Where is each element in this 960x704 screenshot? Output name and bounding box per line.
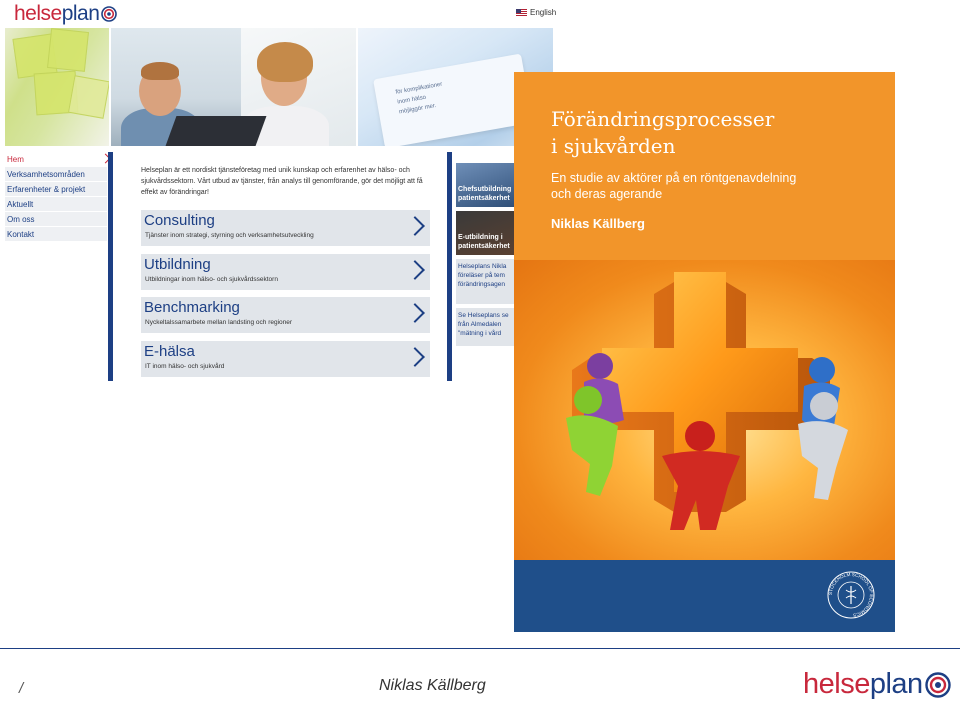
presenter-name: Niklas Källberg: [379, 677, 486, 694]
book-subtitle: En studie av aktörer på en röntgenavdeln…: [551, 170, 796, 202]
book-cover: Förändringsprocesser i sjukvården En stu…: [514, 72, 895, 632]
service-utbildning[interactable]: Utbildning Utbildningar inom hälso- och …: [141, 254, 430, 290]
nav-item-label: Kontakt: [7, 230, 35, 239]
footer-logo: helse plan: [803, 668, 951, 701]
news-item-1[interactable]: Helseplans Nikla föreläser på tem föränd…: [456, 259, 518, 304]
nav-item-erfarenheter[interactable]: Erfarenheter & projekt: [5, 182, 107, 197]
banner-paper-text-1: för komplikationer: [395, 81, 443, 96]
teaser-caption-line2: patientsäkerhet: [458, 195, 510, 202]
uk-flag-icon: [516, 9, 527, 16]
service-subtitle: Nyckeltalssamarbete mellan landsting och…: [145, 319, 293, 326]
banner-people-photo: [111, 28, 356, 146]
book-cover-header: Förändringsprocesser i sjukvården En stu…: [514, 72, 895, 260]
banner-paper-text-3: möjliggör mer.: [398, 103, 437, 116]
book-author: Niklas Källberg: [551, 216, 645, 231]
target-logo-icon: [101, 6, 118, 22]
chevron-right-icon: [405, 260, 425, 280]
nav-item-label: Erfarenheter & projekt: [7, 185, 86, 194]
target-logo-icon: [924, 671, 951, 698]
service-subtitle: Utbildningar inom hälso- och sjukvårdsse…: [145, 276, 278, 283]
banner-paper-text-2: inom hälso: [396, 94, 427, 106]
service-consulting[interactable]: Consulting Tjänster inom strategi, styrn…: [141, 210, 430, 246]
news-item-2[interactable]: Se Helseplans se från Almedalen "mätning…: [456, 308, 518, 346]
service-title: Benchmarking: [144, 299, 240, 316]
footer-logo-part2: plan: [869, 668, 923, 700]
nav-item-om-oss[interactable]: Om oss: [5, 212, 107, 227]
nav-item-aktuellt[interactable]: Aktuellt: [5, 197, 107, 212]
nav-item-hem[interactable]: Hem: [5, 152, 111, 167]
chevron-right-icon: [405, 303, 425, 323]
slide-marker: /: [19, 680, 24, 697]
service-subtitle: IT inom hälso- och sjukvård: [145, 363, 225, 370]
service-e-halsa[interactable]: E-hälsa IT inom hälso- och sjukvård: [141, 341, 430, 377]
nav-item-label: Hem: [7, 155, 24, 164]
service-title: E-hälsa: [144, 343, 195, 360]
news-line: från Almedalen: [458, 321, 502, 328]
book-title: Förändringsprocesser i sjukvården: [551, 106, 774, 160]
content-divider: [108, 152, 113, 381]
news-line: "mätning i vård: [458, 330, 502, 337]
news-line: föreläser på tem: [458, 272, 505, 279]
book-title-line1: Förändringsprocesser: [551, 107, 775, 131]
chevron-right-icon: [405, 216, 425, 236]
cross-figures-illustration: [566, 272, 848, 530]
logo-text-part1: helse: [14, 2, 62, 25]
stockholm-school-of-economics-seal-icon: STOCKHOLM SCHOOL OF ECONOMICS: [827, 571, 875, 619]
language-label: English: [530, 8, 556, 17]
news-line: Helseplans Nikla: [458, 263, 507, 270]
teaser-caption-line2: patientsäkerhet: [458, 243, 510, 250]
chevron-right-icon: [405, 347, 425, 367]
book-subtitle-line1: En studie av aktörer på en röntgenavdeln…: [551, 171, 797, 185]
book-cover-footer: STOCKHOLM SCHOOL OF ECONOMICS: [514, 560, 895, 632]
footer-logo-part1: helse: [803, 668, 870, 700]
service-title: Utbildning: [144, 256, 211, 273]
intro-text: Helseplan är ett nordiskt tjänsteföretag…: [141, 167, 423, 196]
news-line: Se Helseplans se: [458, 312, 509, 319]
book-cover-illustration: [514, 260, 895, 560]
book-subtitle-line2: och deras agerande: [551, 187, 663, 201]
nav-item-kontakt[interactable]: Kontakt: [5, 227, 107, 242]
nav-item-label: Om oss: [7, 215, 35, 224]
site-navigation: Hem Verksamhetsområden Erfarenheter & pr…: [5, 152, 111, 242]
service-benchmarking[interactable]: Benchmarking Nyckeltalssamarbete mellan …: [141, 297, 430, 333]
website-screenshot: helse plan English för komplikationer ino…: [0, 0, 556, 384]
banner-sticky-notes-image: [5, 28, 109, 146]
site-logo[interactable]: helse plan: [14, 2, 118, 26]
news-line: förändringsagen: [458, 281, 505, 288]
footer-divider: [0, 648, 960, 649]
logo-text-part2: plan: [61, 2, 100, 25]
nav-item-verksamhetsomraden[interactable]: Verksamhetsområden: [5, 167, 107, 182]
teaser-caption-line1: E-utbildning i: [458, 234, 503, 241]
service-subtitle: Tjänster inom strategi, styrning och ver…: [145, 232, 314, 239]
chefsutbildning-teaser[interactable]: Chefsutbildning patientsäkerhet: [456, 163, 516, 207]
e-utbildning-teaser[interactable]: E-utbildning i patientsäkerhet: [456, 211, 516, 255]
book-title-line2: i sjukvården: [551, 134, 676, 158]
service-title: Consulting: [144, 212, 215, 229]
column-divider: [447, 152, 452, 381]
nav-item-label: Verksamhetsområden: [7, 170, 85, 179]
language-link[interactable]: English: [516, 8, 556, 17]
teaser-caption-line1: Chefsutbildning: [458, 186, 512, 193]
nav-item-label: Aktuellt: [7, 200, 34, 209]
